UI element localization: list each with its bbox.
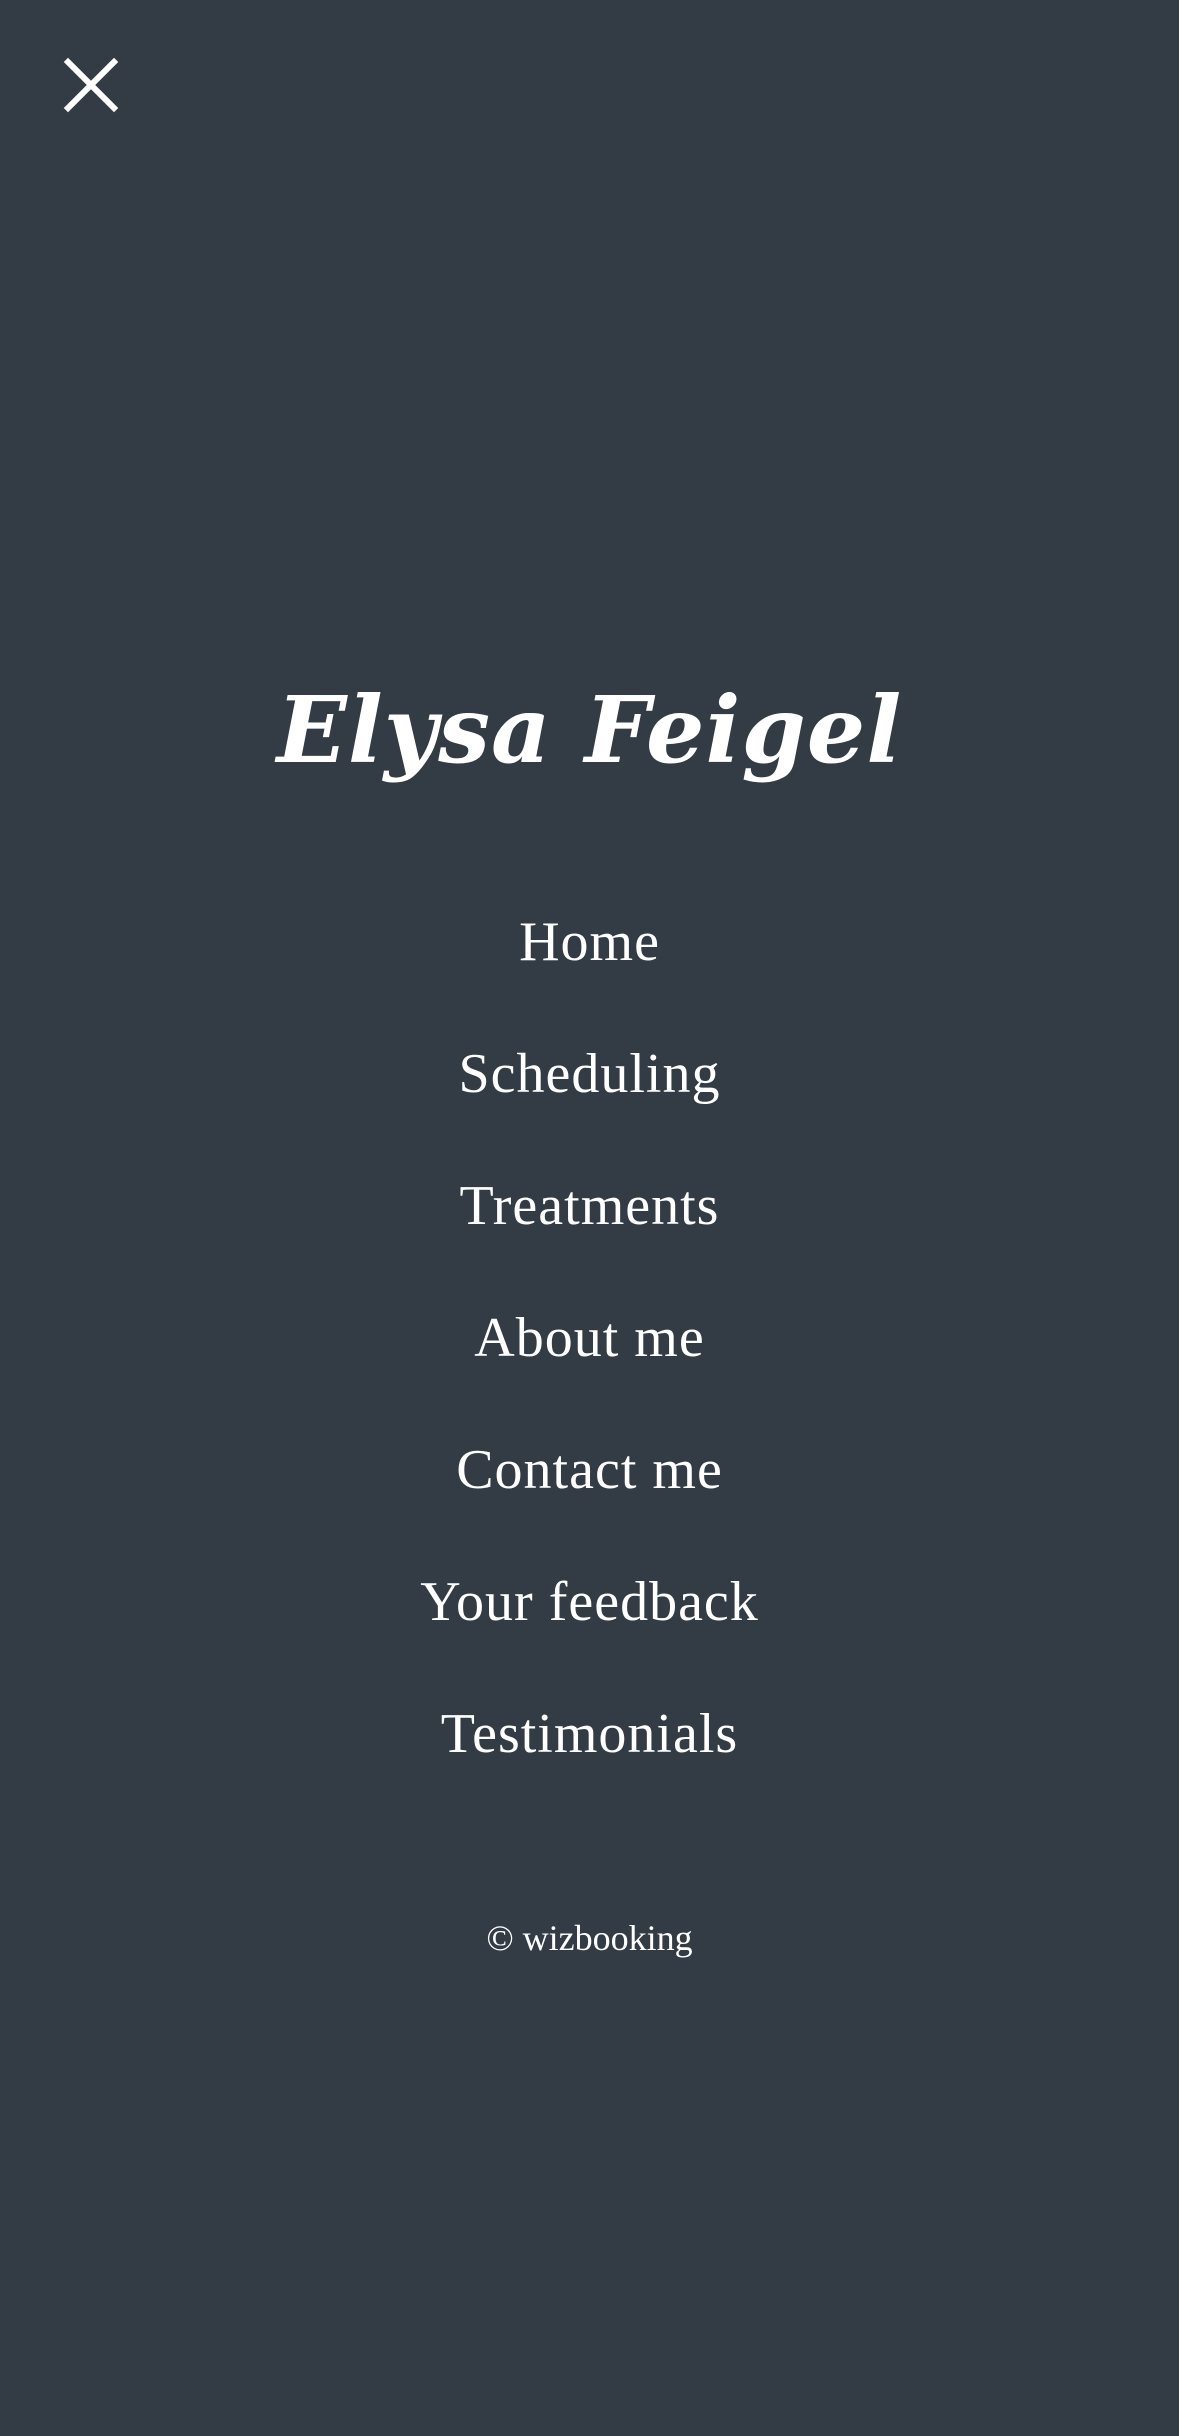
nav-item-about-me: About me	[0, 1296, 1179, 1428]
nav-item-your-feedback: Your feedback	[0, 1560, 1179, 1692]
menu-overlay: Elysa Feigel Home Scheduling Treatments …	[0, 0, 1179, 2436]
nav-item-home: Home	[0, 900, 1179, 1032]
nav-link-home[interactable]: Home	[519, 900, 660, 984]
nav-link-scheduling[interactable]: Scheduling	[459, 1032, 721, 1116]
site-title[interactable]: Elysa Feigel	[0, 665, 1179, 795]
close-button[interactable]	[62, 56, 120, 114]
nav-item-contact-me: Contact me	[0, 1428, 1179, 1560]
main-navigation: Home Scheduling Treatments About me Cont…	[0, 900, 1179, 1824]
nav-link-testimonials[interactable]: Testimonials	[441, 1692, 738, 1776]
close-icon	[63, 57, 119, 113]
nav-item-treatments: Treatments	[0, 1164, 1179, 1296]
nav-item-testimonials: Testimonials	[0, 1692, 1179, 1824]
nav-item-scheduling: Scheduling	[0, 1032, 1179, 1164]
nav-link-about-me[interactable]: About me	[474, 1296, 704, 1380]
nav-link-contact-me[interactable]: Contact me	[456, 1428, 723, 1512]
nav-link-treatments[interactable]: Treatments	[460, 1164, 720, 1248]
footer-credit[interactable]: © wizbooking	[0, 1912, 1179, 1964]
nav-link-your-feedback[interactable]: Your feedback	[420, 1560, 759, 1644]
